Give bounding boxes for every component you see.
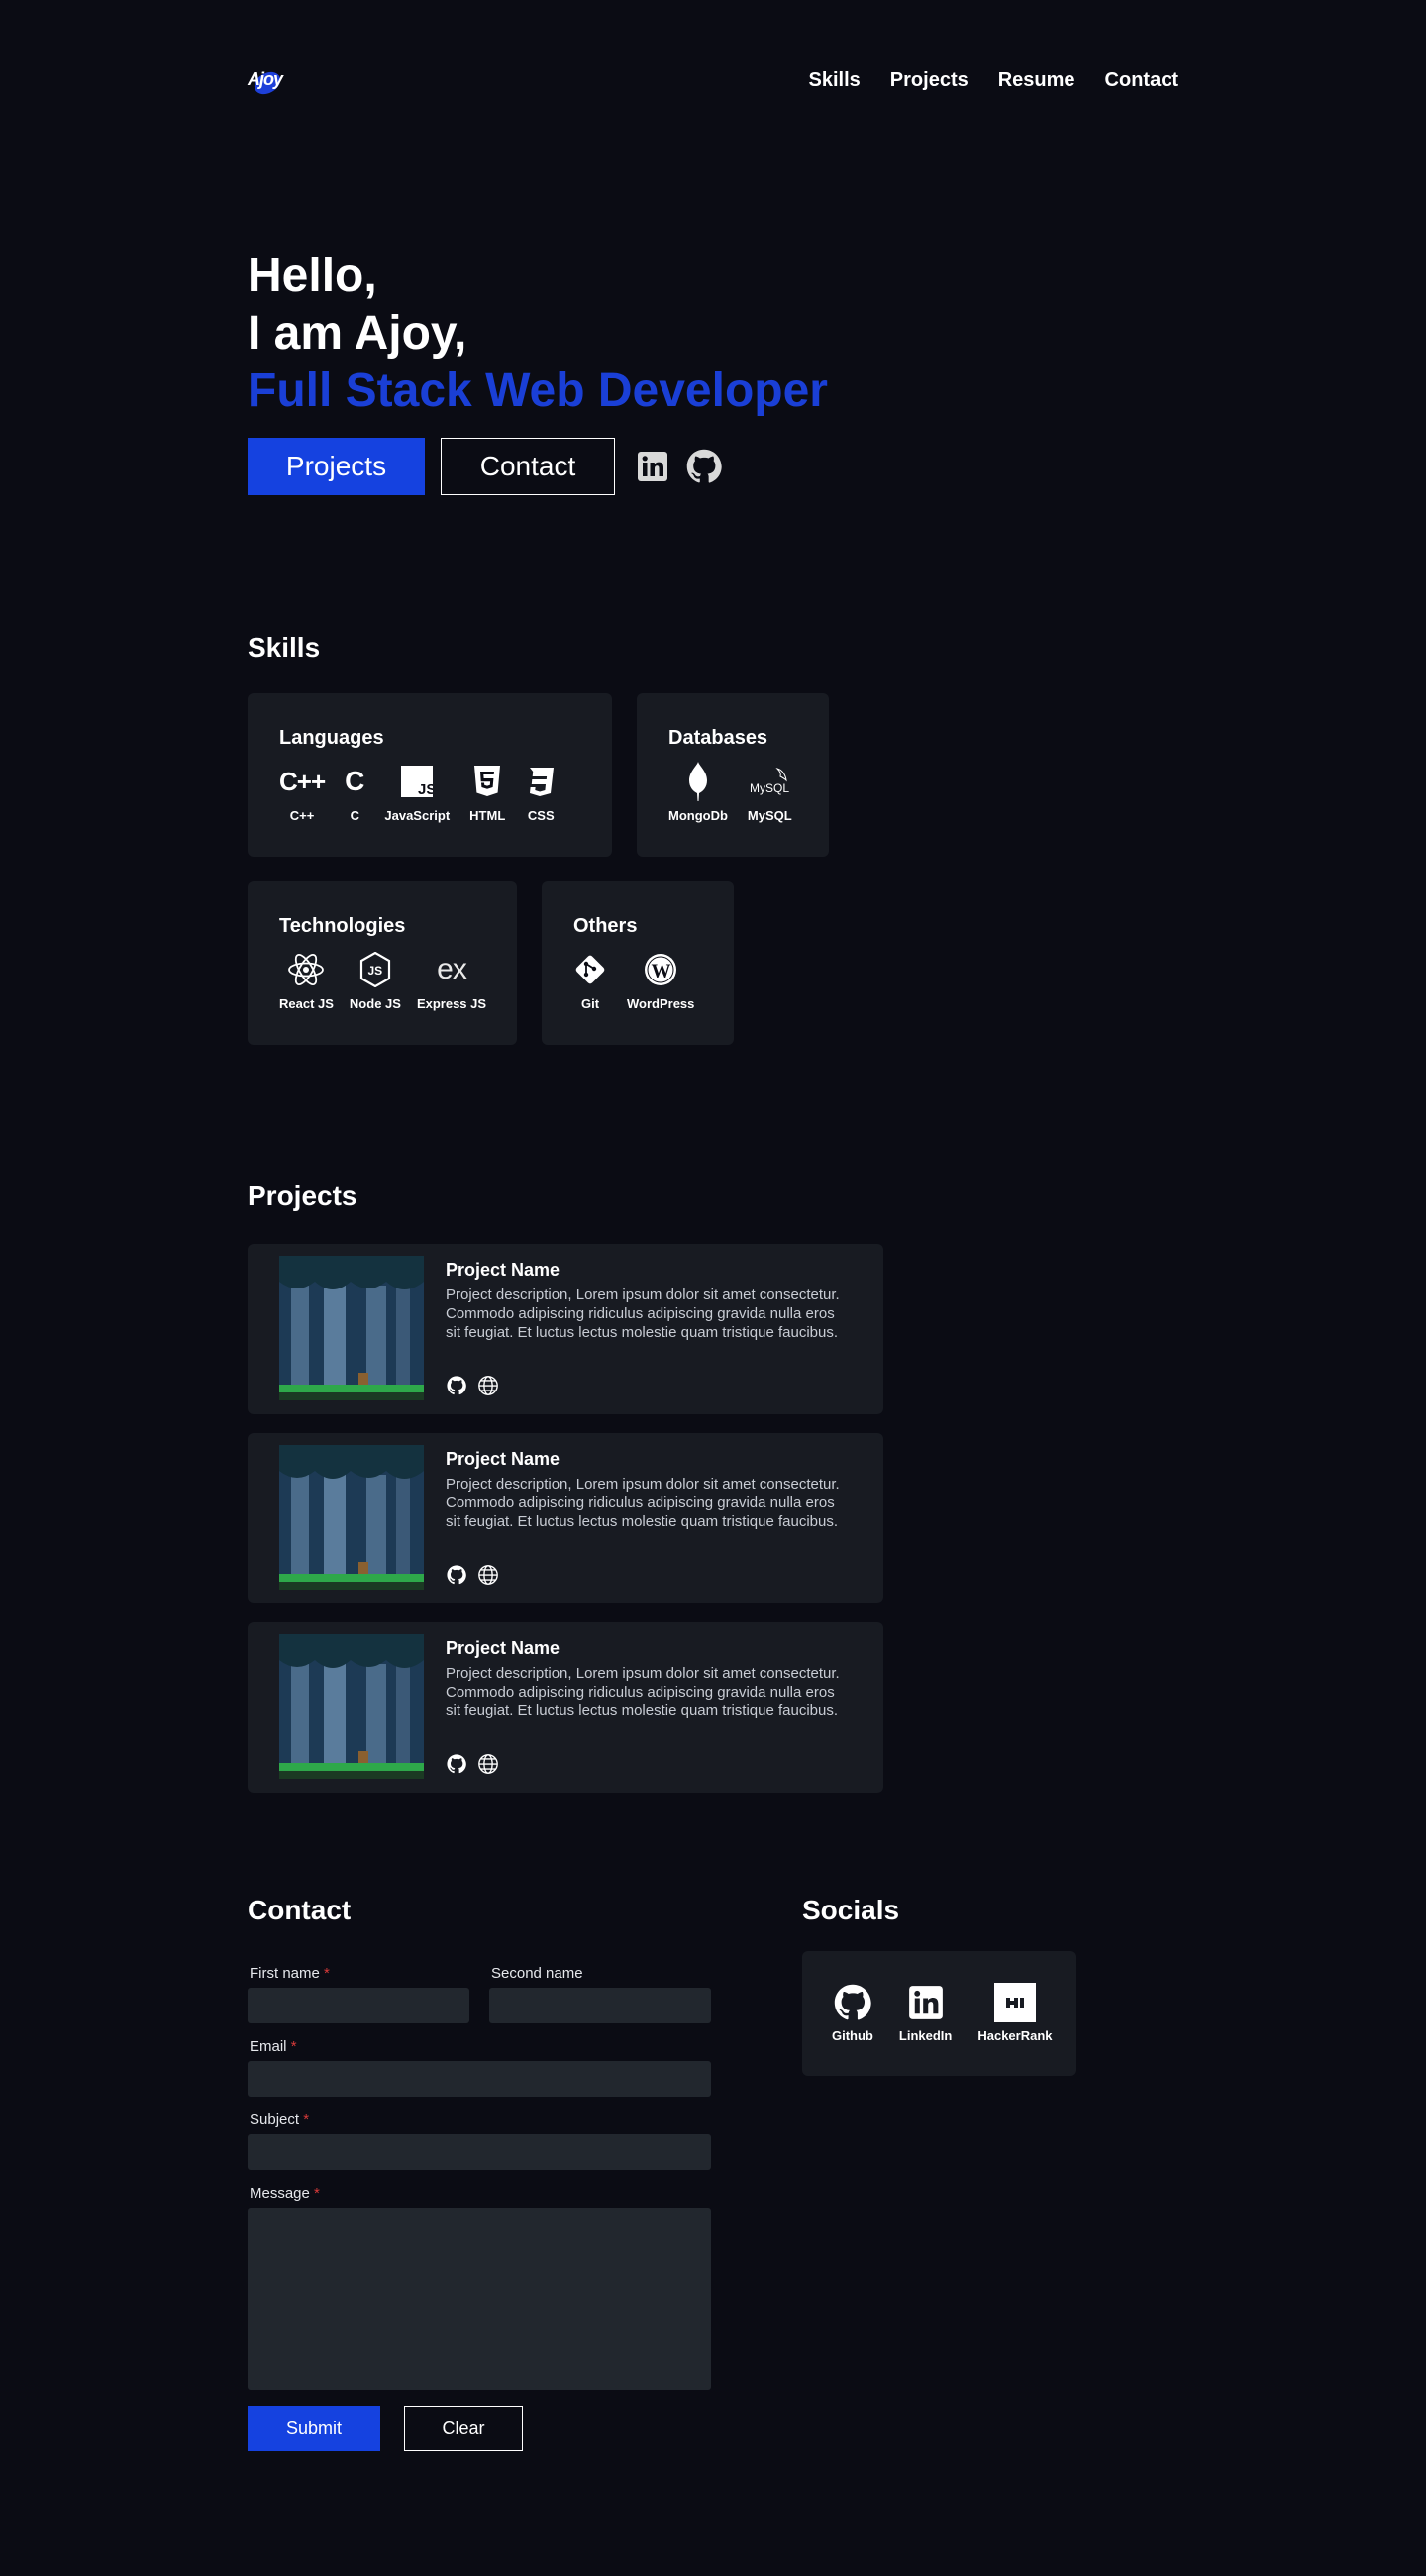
contact-title: Contact [248, 1895, 352, 1925]
project-thumbnail [279, 1634, 424, 1779]
logo-text: Ajoy [248, 69, 283, 89]
project-description: Project description, Lorem ipsum dolor s… [446, 1665, 840, 1719]
social-linkedin[interactable]: LinkedIn [899, 1983, 952, 2043]
mysql-icon: MySQL [748, 763, 791, 800]
nav-projects[interactable]: Projects [890, 69, 968, 92]
project-card: Project Name Project description, Lorem … [248, 1622, 883, 1793]
site-header: Ajoy Skills Projects Resume Contact [248, 63, 1178, 99]
html5-icon [473, 763, 501, 800]
logo[interactable]: Ajoy [248, 63, 291, 99]
skill-html: HTML [469, 763, 505, 823]
hero-greeting: Hello, [248, 250, 377, 302]
second-name-field[interactable] [489, 1988, 711, 2023]
skill-wordpress: W WordPress [627, 951, 694, 1011]
skill-card-databases: Databases MongoDb MySQL MySQL [637, 693, 829, 857]
skill-card-others: Others Git W WordPress [542, 881, 734, 1045]
clear-button[interactable]: Clear [404, 2406, 523, 2451]
project-description: Project description, Lorem ipsum dolor s… [446, 1287, 840, 1341]
project-card: Project Name Project description, Lorem … [248, 1433, 883, 1603]
hero: Hello, I am Ajoy, Full Stack Web Develop… [248, 248, 828, 420]
skill-card-title: Others [573, 915, 638, 937]
skill-css: CSS [525, 763, 557, 823]
linkedin-icon[interactable] [635, 449, 670, 484]
skill-javascript: JS JavaScript [384, 763, 450, 823]
globe-icon[interactable] [477, 1375, 499, 1396]
skill-card-technologies: Technologies React JS JS Node JS ex Expr… [248, 881, 517, 1045]
globe-icon[interactable] [477, 1753, 499, 1775]
hackerrank-icon [993, 1983, 1036, 2022]
nav-resume[interactable]: Resume [998, 69, 1075, 92]
mongodb-leaf-icon [687, 762, 709, 801]
subject-label: Subject * [250, 2112, 310, 2128]
socials-title: Socials [802, 1895, 900, 1925]
express-icon: ex [437, 953, 467, 985]
css3-icon [525, 763, 557, 800]
project-card: Project Name Project description, Lorem … [248, 1244, 883, 1414]
github-icon [834, 1983, 871, 2022]
skill-c: C C [345, 763, 364, 823]
projects-title: Projects [248, 1181, 357, 1211]
skill-mongodb: MongoDb [668, 762, 728, 823]
message-label: Message * [250, 2185, 320, 2202]
svg-text:MySQL: MySQL [750, 781, 789, 795]
skill-git: Git [573, 951, 607, 1011]
c-icon: C [345, 766, 365, 796]
project-name: Project Name [446, 1260, 560, 1280]
projects-button[interactable]: Projects [248, 438, 425, 495]
github-icon[interactable] [446, 1753, 467, 1775]
linkedin-icon [908, 1983, 944, 2022]
submit-button[interactable]: Submit [248, 2406, 380, 2451]
hero-role: Full Stack Web Developer [248, 364, 828, 417]
skill-mysql: MySQL MySQL [748, 763, 792, 823]
github-icon[interactable] [446, 1375, 467, 1396]
globe-icon[interactable] [477, 1564, 499, 1586]
contact-button[interactable]: Contact [441, 438, 615, 495]
svg-text:W: W [652, 961, 671, 982]
svg-text:JS: JS [367, 964, 382, 978]
react-icon [287, 951, 325, 988]
hero-actions: Projects Contact [248, 438, 722, 495]
first-name-label: First name * [250, 1965, 330, 1982]
project-description: Project description, Lorem ipsum dolor s… [446, 1476, 840, 1530]
github-icon[interactable] [686, 449, 722, 484]
nodejs-icon: JS [359, 951, 391, 988]
project-name: Project Name [446, 1638, 560, 1658]
subject-field[interactable] [248, 2134, 711, 2170]
second-name-label: Second name [491, 1965, 583, 1982]
socials-card: Github LinkedIn HackerRank [802, 1951, 1076, 2076]
wordpress-icon: W [644, 951, 677, 988]
message-field[interactable] [248, 2208, 711, 2390]
nav-contact[interactable]: Contact [1105, 69, 1178, 92]
social-hackerrank[interactable]: HackerRank [977, 1983, 1053, 2043]
project-thumbnail [279, 1445, 424, 1590]
svg-text:JS: JS [418, 781, 433, 797]
skill-cpp: C++ C++ [279, 763, 326, 824]
skills-title: Skills [248, 632, 321, 663]
nav-skills[interactable]: Skills [809, 69, 861, 92]
skill-card-title: Databases [668, 727, 768, 749]
git-icon [573, 951, 607, 988]
skill-card-languages: Languages C++ C++ C C JS JavaScript HTML… [248, 693, 612, 857]
github-icon[interactable] [446, 1564, 467, 1586]
main-nav: Skills Projects Resume Contact [809, 69, 1178, 92]
javascript-icon: JS [401, 763, 434, 800]
social-github[interactable]: Github [832, 1983, 873, 2043]
hero-intro: I am Ajoy, [248, 307, 467, 360]
email-field[interactable] [248, 2061, 711, 2097]
skill-express: ex Express JS [416, 953, 487, 1011]
first-name-field[interactable] [248, 1988, 469, 2023]
project-thumbnail [279, 1256, 424, 1400]
email-label: Email * [250, 2038, 297, 2055]
project-name: Project Name [446, 1449, 560, 1469]
cpp-icon: C++ [279, 766, 326, 796]
skill-card-title: Technologies [279, 915, 406, 937]
skill-nodejs: JS Node JS [350, 951, 401, 1011]
skill-react: React JS [279, 951, 334, 1011]
skill-card-title: Languages [279, 727, 384, 749]
